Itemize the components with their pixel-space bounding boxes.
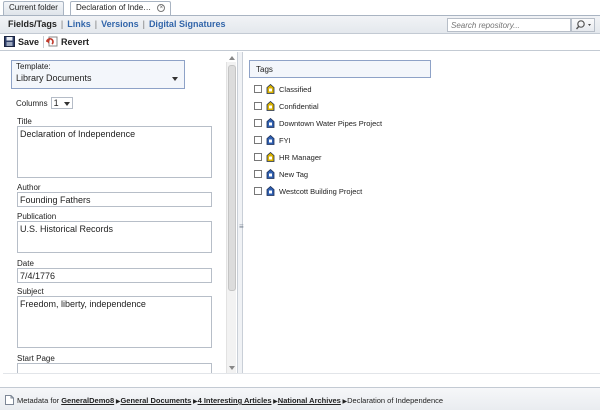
breadcrumb-item[interactable]: General Documents <box>120 396 191 405</box>
nav-separator: | <box>94 19 98 29</box>
chevron-down-icon <box>63 102 70 106</box>
start-page-label: Start Page <box>17 354 55 363</box>
toolbar-divider <box>43 36 44 48</box>
save-label: Save <box>18 36 40 47</box>
tag-row[interactable]: HR Manager <box>254 151 322 163</box>
scroll-up-icon[interactable] <box>229 56 235 60</box>
tags-header: Tags <box>249 60 431 78</box>
close-icon[interactable]: × <box>157 4 166 12</box>
columns-control: Columns 1 <box>16 97 73 109</box>
template-value: Library Documents <box>16 73 92 83</box>
tag-row[interactable]: Classified <box>254 83 312 95</box>
save-button[interactable]: Save <box>4 36 39 47</box>
breadcrumb-prefix: Metadata for <box>17 396 60 405</box>
tag-label: HR Manager <box>279 152 322 162</box>
tag-icon <box>266 169 275 179</box>
tab-document[interactable]: Declaration of Inde… × <box>70 1 172 15</box>
chevron-down-icon <box>172 77 178 81</box>
tag-label: Confidential <box>279 101 319 111</box>
nav-bar: Fields/Tags | Links | Versions | Digital Signa… <box>0 15 600 34</box>
subject-field[interactable]: Freedom, liberty, independence <box>17 296 212 348</box>
panel-divider <box>3 373 600 374</box>
publication-field[interactable]: U.S. Historical Records <box>17 221 212 253</box>
columns-select[interactable]: 1 <box>50 97 73 109</box>
nav-separator: | <box>142 19 145 29</box>
tag-label: Downtown Water Pipes Project <box>279 118 383 128</box>
scroll-down-icon[interactable] <box>229 366 235 370</box>
tab-label: Declaration of Inde… <box>76 3 152 12</box>
lock-tag-icon <box>266 152 275 162</box>
author-label: Author <box>17 183 41 192</box>
subject-label: Subject <box>17 287 44 296</box>
fields-scrollbar[interactable] <box>226 56 236 373</box>
date-label: Date <box>17 259 34 268</box>
tag-checkbox[interactable] <box>254 85 262 93</box>
tag-row[interactable]: Downtown Water Pipes Project <box>254 117 382 129</box>
toolbar: Save Revert <box>0 34 600 51</box>
save-icon <box>4 36 15 47</box>
author-field[interactable]: Founding Fathers <box>17 192 212 207</box>
tab-current-folder[interactable]: Current folder <box>3 1 64 15</box>
lock-tag-icon <box>266 101 275 111</box>
status-bar: Metadata for GeneralDemo8 ▶General Docum… <box>0 387 600 410</box>
tag-icon <box>266 186 275 196</box>
document-icon <box>5 395 14 405</box>
breadcrumb-item[interactable]: National Archives <box>278 396 341 405</box>
panel-splitter[interactable]: ≡ <box>237 52 244 373</box>
date-field[interactable]: 7/4/1776 <box>17 268 212 283</box>
template-select[interactable]: Library Documents <box>16 73 180 85</box>
start-page-field[interactable] <box>17 363 212 373</box>
template-label: Template: <box>16 62 51 71</box>
nav-digital-signatures-link[interactable]: Digital Signatures <box>149 19 226 29</box>
tag-checkbox[interactable] <box>254 153 262 161</box>
search-button[interactable] <box>571 18 595 32</box>
tag-checkbox[interactable] <box>254 136 262 144</box>
tag-icon <box>266 118 275 128</box>
breadcrumb-item[interactable]: 4 Interesting Articles <box>198 396 272 405</box>
breadcrumb-current: Declaration of Independence <box>347 396 444 405</box>
scrollbar-thumb[interactable] <box>228 65 236 291</box>
publication-label: Publication <box>17 212 57 221</box>
tag-label: Westcott Building Project <box>279 186 363 196</box>
tag-row[interactable]: FYI <box>254 134 291 146</box>
tags-panel: Tags Classified Confidential Downtown Wate… <box>244 52 600 373</box>
revert-button[interactable]: Revert <box>46 36 89 47</box>
search-icon <box>575 20 591 30</box>
nav-links: Fields/Tags | Links | Versions | Digital Signa… <box>8 19 225 29</box>
nav-fields-tags[interactable]: Fields/Tags <box>8 19 57 29</box>
tag-row[interactable]: Westcott Building Project <box>254 185 362 197</box>
template-group: Template: Library Documents <box>11 60 185 89</box>
search-input[interactable] <box>447 18 571 32</box>
lock-tag-icon <box>266 84 275 94</box>
revert-label: Revert <box>61 36 90 47</box>
tag-checkbox[interactable] <box>254 170 262 178</box>
tag-icon <box>266 135 275 145</box>
tag-row[interactable]: New Tag <box>254 168 308 180</box>
splitter-grip-icon[interactable]: ≡ <box>239 222 244 231</box>
title-label: Title <box>17 117 32 126</box>
tag-checkbox[interactable] <box>254 102 262 110</box>
title-field[interactable]: Declaration of Independence <box>17 126 212 178</box>
nav-versions-link[interactable]: Versions <box>101 19 139 29</box>
nav-links-link[interactable]: Links <box>67 19 91 29</box>
tag-checkbox[interactable] <box>254 119 262 127</box>
tab-bar: Current folder Declaration of Inde… × <box>0 0 600 15</box>
tag-row[interactable]: Confidential <box>254 100 319 112</box>
tag-checkbox[interactable] <box>254 187 262 195</box>
tag-label: Classified <box>279 84 312 94</box>
columns-value: 1 <box>53 98 59 108</box>
tag-label: FYI <box>279 135 291 145</box>
columns-label: Columns <box>16 98 48 108</box>
fields-panel: Template: Library Documents Columns 1 Ti… <box>3 52 225 373</box>
breadcrumb-item[interactable]: GeneralDemo8 <box>61 396 114 405</box>
nav-separator: | <box>60 19 64 29</box>
tab-label: Current folder <box>9 3 58 12</box>
revert-icon <box>46 36 58 47</box>
breadcrumb: Metadata for GeneralDemo8 ▶General Docum… <box>17 396 443 405</box>
tag-label: New Tag <box>279 169 309 179</box>
